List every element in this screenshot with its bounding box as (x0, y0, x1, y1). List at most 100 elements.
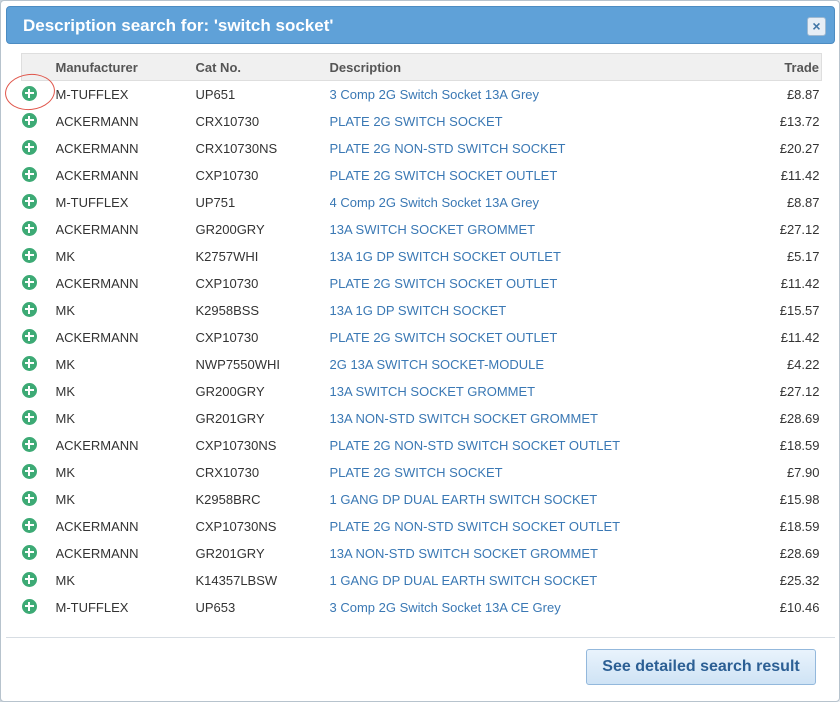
description-link[interactable]: 13A 1G DP SWITCH SOCKET OUTLET (330, 249, 561, 264)
plus-circle-icon[interactable] (21, 166, 37, 182)
add-cell (21, 135, 56, 162)
table-row: MK K2958BRC 1 GANG DP DUAL EARTH SWITCH SO… (21, 486, 822, 513)
description-link[interactable]: 13A SWITCH SOCKET GROMMET (330, 384, 536, 399)
description-link[interactable]: PLATE 2G NON-STD SWITCH SOCKET (330, 141, 566, 156)
description-link[interactable]: 13A NON-STD SWITCH SOCKET GROMMET (330, 411, 598, 426)
table-row: ACKERMANN CXP10730 PLATE 2G SWITCH SOCKET … (21, 270, 822, 297)
description-cell: PLATE 2G NON-STD SWITCH SOCKET OUTLET (330, 513, 710, 540)
description-link[interactable]: PLATE 2G SWITCH SOCKET (330, 114, 503, 129)
plus-circle-icon[interactable] (21, 85, 37, 101)
cat-no-cell: NWP7550WHI (195, 356, 281, 372)
plus-circle-icon[interactable] (21, 139, 37, 155)
description-link[interactable]: PLATE 2G SWITCH SOCKET (330, 465, 503, 480)
manufacturer-cell: ACKERMANN (55, 275, 139, 291)
description-link[interactable]: 1 GANG DP DUAL EARTH SWITCH SOCKET (330, 573, 598, 588)
description-cell: 13A SWITCH SOCKET GROMMET (330, 378, 710, 405)
table-row: M-TUFFLEX UP751 4 Comp 2G Switch Socket 13… (21, 189, 822, 216)
header-trade[interactable]: Trade (710, 54, 822, 81)
plus-circle-icon[interactable] (21, 220, 37, 236)
trade-price-cell: £11.42 (780, 329, 820, 345)
manufacturer-cell: ACKERMANN (55, 545, 139, 561)
table-row: ACKERMANN CRX10730NS PLATE 2G NON-STD SWIT… (21, 135, 822, 162)
cat-no-cell: CXP10730 (195, 167, 259, 183)
table-row: ACKERMANN CXP10730NS PLATE 2G NON-STD SWIT… (21, 513, 822, 540)
description-link[interactable]: 1 GANG DP DUAL EARTH SWITCH SOCKET (330, 492, 598, 507)
trade-price-cell: £7.90 (786, 464, 820, 480)
manufacturer-cell: MK (55, 491, 76, 507)
description-link[interactable]: 4 Comp 2G Switch Socket 13A Grey (330, 195, 540, 210)
cat-no-cell: CXP10730NS (195, 518, 277, 534)
add-cell (21, 243, 56, 270)
add-cell (21, 216, 56, 243)
description-cell: 1 GANG DP DUAL EARTH SWITCH SOCKET (330, 567, 710, 594)
description-link[interactable]: PLATE 2G SWITCH SOCKET OUTLET (330, 168, 558, 183)
table-row: MK CRX10730 PLATE 2G SWITCH SOCKET £7.90 (21, 459, 822, 486)
close-icon[interactable]: × (807, 17, 826, 36)
trade-price-cell: £10.46 (779, 599, 820, 615)
plus-circle-icon[interactable] (21, 193, 37, 209)
add-cell (21, 594, 56, 621)
plus-circle-icon[interactable] (21, 274, 37, 290)
description-link[interactable]: PLATE 2G NON-STD SWITCH SOCKET OUTLET (330, 519, 621, 534)
manufacturer-cell: M-TUFFLEX (55, 86, 129, 102)
trade-price-cell: £27.12 (779, 383, 820, 399)
table-row: MK K2757WHI 13A 1G DP SWITCH SOCKET OUTLET… (21, 243, 822, 270)
trade-price-cell: £28.69 (779, 545, 820, 561)
description-link[interactable]: 3 Comp 2G Switch Socket 13A Grey (330, 87, 540, 102)
description-link[interactable]: PLATE 2G NON-STD SWITCH SOCKET OUTLET (330, 438, 621, 453)
header-description[interactable]: Description (330, 54, 710, 81)
header-cat-no[interactable]: Cat No. (196, 54, 330, 81)
trade-price-cell: £13.72 (779, 113, 820, 129)
add-cell (21, 405, 56, 432)
table-row: MK NWP7550WHI 2G 13A SWITCH SOCKET-MODULE £… (21, 351, 822, 378)
plus-circle-icon[interactable] (21, 463, 37, 479)
description-cell: PLATE 2G NON-STD SWITCH SOCKET (330, 135, 710, 162)
plus-circle-icon[interactable] (21, 355, 37, 371)
plus-circle-icon[interactable] (21, 436, 37, 452)
plus-circle-icon[interactable] (21, 544, 37, 560)
plus-circle-icon[interactable] (21, 598, 37, 614)
manufacturer-cell: M-TUFFLEX (55, 599, 129, 615)
trade-price-cell: £27.12 (779, 221, 820, 237)
description-link[interactable]: 3 Comp 2G Switch Socket 13A CE Grey (330, 600, 561, 615)
cat-no-cell: GR201GRY (195, 545, 265, 561)
header-manufacturer[interactable]: Manufacturer (56, 54, 196, 81)
plus-circle-icon[interactable] (21, 409, 37, 425)
trade-price-cell: £11.42 (780, 275, 820, 291)
add-cell (21, 162, 56, 189)
manufacturer-cell: MK (55, 356, 76, 372)
see-detailed-search-result-button[interactable]: See detailed search result (586, 649, 816, 685)
description-cell: 3 Comp 2G Switch Socket 13A Grey (330, 81, 710, 108)
description-cell: 13A 1G DP SWITCH SOCKET (330, 297, 710, 324)
cat-no-cell: UP751 (195, 194, 236, 210)
description-link[interactable]: PLATE 2G SWITCH SOCKET OUTLET (330, 276, 558, 291)
description-link[interactable]: 2G 13A SWITCH SOCKET-MODULE (330, 357, 545, 372)
plus-circle-icon[interactable] (21, 112, 37, 128)
search-dialog: Description search for: 'switch socket' … (0, 0, 840, 702)
add-cell (21, 513, 56, 540)
trade-price-cell: £8.87 (786, 194, 820, 210)
plus-circle-icon[interactable] (21, 247, 37, 263)
cat-no-cell: CRX10730 (195, 464, 260, 480)
manufacturer-cell: ACKERMANN (55, 140, 139, 156)
description-link[interactable]: PLATE 2G SWITCH SOCKET OUTLET (330, 330, 558, 345)
add-cell (21, 108, 56, 135)
header-add (22, 54, 56, 81)
trade-price-cell: £15.98 (779, 491, 820, 507)
plus-circle-icon[interactable] (21, 490, 37, 506)
plus-circle-icon[interactable] (21, 301, 37, 317)
cat-no-cell: GR201GRY (195, 410, 265, 426)
plus-circle-icon[interactable] (21, 382, 37, 398)
plus-circle-icon[interactable] (21, 571, 37, 587)
description-link[interactable]: 13A SWITCH SOCKET GROMMET (330, 222, 536, 237)
trade-price-cell: £5.17 (786, 248, 820, 264)
plus-circle-icon[interactable] (21, 328, 37, 344)
description-link[interactable]: 13A 1G DP SWITCH SOCKET (330, 303, 507, 318)
plus-circle-icon[interactable] (21, 517, 37, 533)
manufacturer-cell: M-TUFFLEX (55, 194, 129, 210)
cat-no-cell: GR200GRY (195, 221, 265, 237)
trade-price-cell: £8.87 (786, 86, 820, 102)
table-row: ACKERMANN CRX10730 PLATE 2G SWITCH SOCKET £… (21, 108, 822, 135)
trade-price-cell: £18.59 (779, 518, 820, 534)
description-link[interactable]: 13A NON-STD SWITCH SOCKET GROMMET (330, 546, 598, 561)
